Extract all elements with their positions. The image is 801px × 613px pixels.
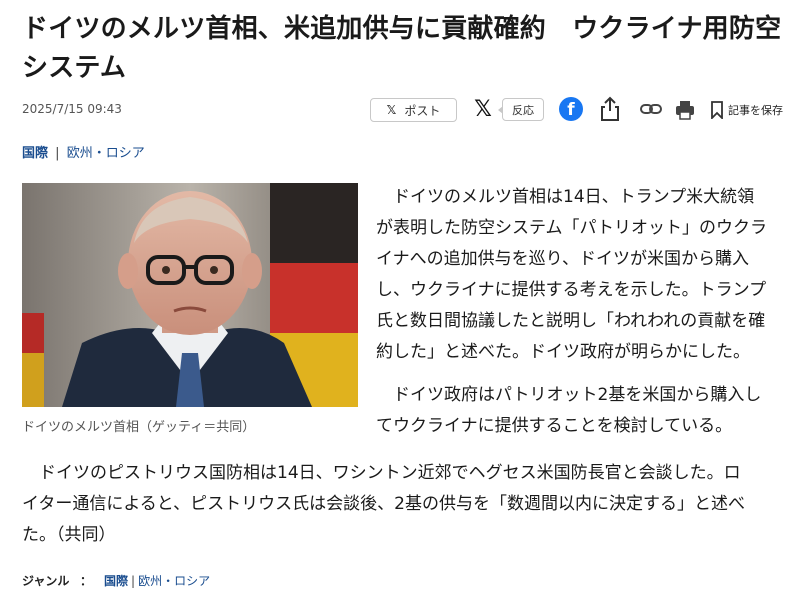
genre-label: ジャンル — [22, 574, 70, 588]
category-link-international[interactable]: 国際 — [22, 146, 48, 161]
paragraph-line: ドイツ政府はパトリオット2基を米国から購入し — [376, 385, 762, 405]
article-title-line-2: システム — [22, 53, 127, 83]
category-breadcrumb: 国際 | 欧州・ロシア — [22, 142, 145, 161]
bookmark-icon — [711, 101, 723, 119]
publish-date: 2025/7/15 09:43 — [22, 102, 122, 116]
genre-separator: | — [131, 573, 136, 588]
genre-link-europe-russia[interactable]: 欧州・ロシア — [138, 572, 210, 589]
post-button-label: ポスト — [404, 103, 441, 118]
article-paragraph-2: ドイツ政府はパトリオット2基を米国から購入し てウクライナに提供することを検討し… — [376, 380, 791, 442]
paragraph-line: イナへの追加供与を巡り、ドイツが米国から購入 — [376, 249, 749, 269]
genre-row: ジャンル ： 国際 | 欧州・ロシア — [22, 572, 210, 589]
link-icon[interactable] — [639, 99, 663, 119]
paragraph-line: が表明した防空システム「パトリオット」のウクラ — [376, 218, 767, 238]
article-title: ドイツのメルツ首相、米追加供与に貢献確約 ウクライナ用防空 システム — [22, 10, 792, 88]
meta-toolbar-row: 2025/7/15 09:43 𝕏 ポスト 𝕏 反応 f 記事を保存 — [22, 96, 792, 126]
category-link-europe-russia[interactable]: 欧州・ロシア — [67, 146, 145, 161]
article-paragraph-3: ドイツのピストリウス国防相は14日、ワシントン近郊でヘグセス米国防長官と会談した… — [22, 458, 792, 551]
paragraph-line: し、ウクライナに提供する考えを示した。トランプ — [376, 280, 767, 300]
paragraph-line: 約した」と述べた。ドイツ政府が明らかにした。 — [376, 342, 750, 362]
category-separator: | — [55, 146, 60, 161]
save-article-button[interactable]: 記事を保存 — [710, 98, 783, 122]
print-icon[interactable] — [674, 99, 696, 121]
photo-caption: ドイツのメルツ首相（ゲッティ＝共同） — [22, 420, 256, 435]
reaction-count-button[interactable]: 反応 — [498, 98, 544, 121]
post-to-x-button[interactable]: 𝕏 ポスト — [370, 98, 457, 122]
share-icon[interactable] — [599, 96, 621, 122]
facebook-glyph: f — [567, 100, 575, 120]
paragraph-line: イター通信によると、ピストリウス氏は会談後、2基の供与を「数週間以内に決定する」… — [22, 494, 745, 514]
genre-link-international[interactable]: 国際 — [104, 572, 128, 589]
x-small-icon: 𝕏 — [386, 103, 397, 117]
reaction-label: 反応 — [512, 103, 534, 117]
paragraph-line: ドイツのメルツ首相は14日、トランプ米大統領 — [376, 187, 755, 207]
save-article-label: 記事を保存 — [728, 104, 783, 117]
article-photo[interactable] — [22, 183, 358, 407]
paragraph-line: 氏と数日間協議したと説明し「われわれの貢献を確 — [376, 311, 766, 331]
paragraph-line: てウクライナに提供することを検討している。 — [376, 416, 733, 436]
article-paragraph-1: ドイツのメルツ首相は14日、トランプ米大統領 が表明した防空システム「パトリオッ… — [376, 182, 791, 368]
x-icon[interactable]: 𝕏 — [472, 97, 494, 123]
paragraph-line: た。（共同） — [22, 525, 116, 545]
paragraph-line: ドイツのピストリウス国防相は14日、ワシントン近郊でヘグセス米国防長官と会談した… — [22, 463, 741, 483]
genre-colon: ： — [80, 574, 93, 588]
article-title-line-1: ドイツのメルツ首相、米追加供与に貢献確約 ウクライナ用防空 — [22, 14, 782, 44]
merz-portrait-image — [22, 183, 358, 407]
facebook-icon[interactable]: f — [559, 97, 583, 121]
